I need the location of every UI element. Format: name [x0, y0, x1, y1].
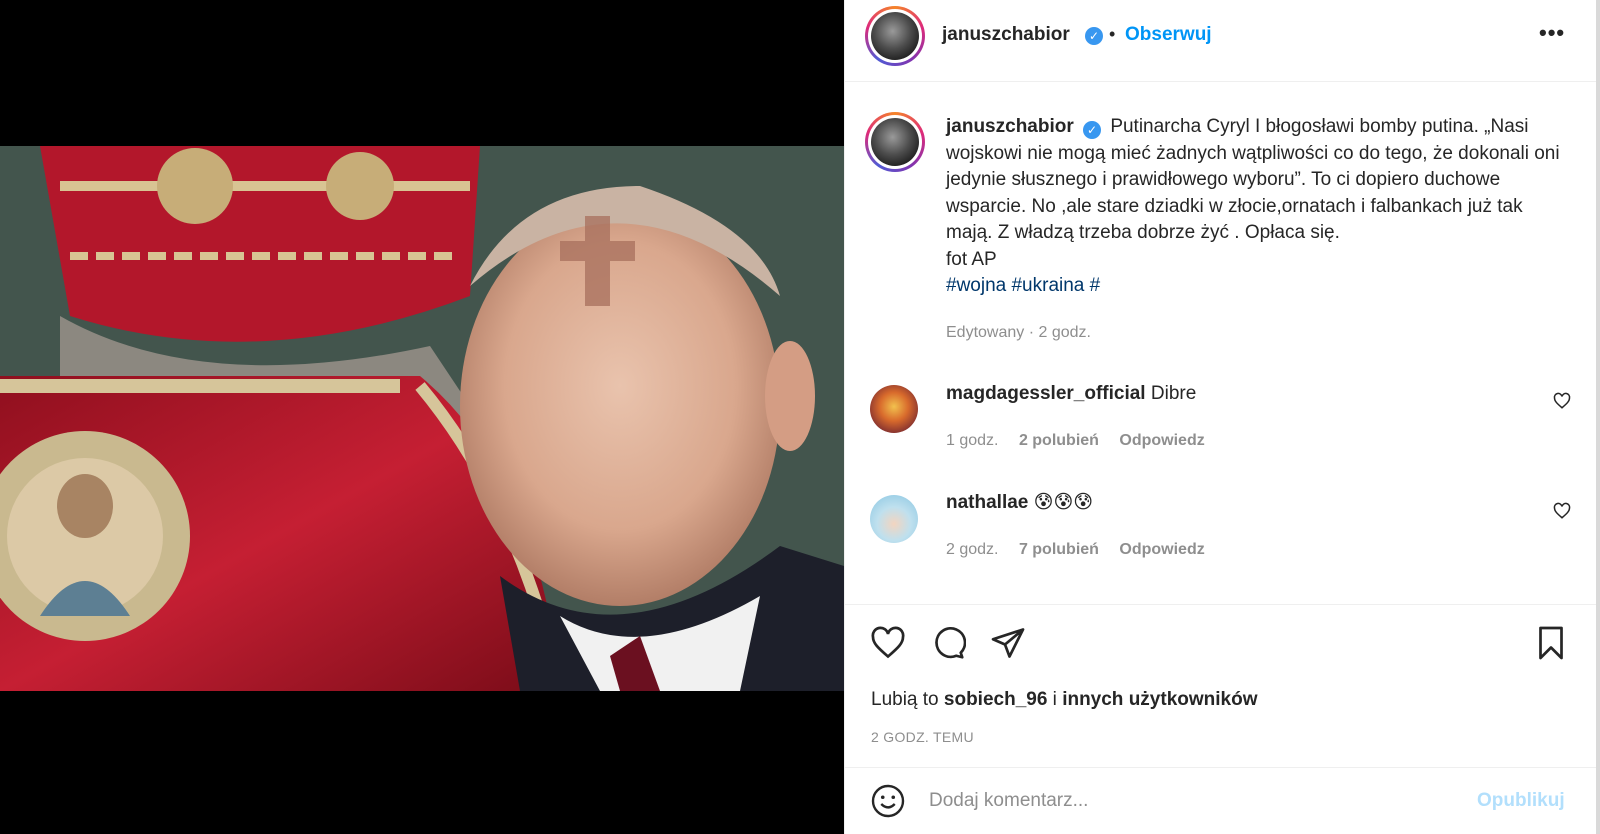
- more-options-icon[interactable]: •••: [1539, 20, 1565, 46]
- comment-input[interactable]: [929, 786, 1449, 816]
- heart-icon[interactable]: [870, 625, 906, 661]
- comment-username[interactable]: magdagessler_official: [946, 383, 1146, 404]
- comment-text: magdagessler_official Dibre: [946, 383, 1196, 405]
- post-photo-illustration: [0, 146, 844, 691]
- verified-badge-icon: ✓: [1083, 121, 1102, 139]
- author-username[interactable]: januszchabior: [942, 24, 1070, 46]
- commenter-avatar[interactable]: [870, 385, 918, 433]
- likes-others-link[interactable]: innych użytkowników: [1062, 689, 1257, 710]
- comment-likes[interactable]: 7 polubień: [1019, 541, 1099, 558]
- post-actions: Lubią to sobiech_96 i innych użytkownikó…: [845, 604, 1597, 774]
- author-avatar[interactable]: [865, 6, 925, 66]
- comment-time: 2 godz.: [946, 541, 999, 558]
- commenter-avatar[interactable]: [870, 495, 918, 543]
- post-timestamp[interactable]: 2 GODZ. TEMU: [871, 729, 974, 745]
- comment-meta: 2 godz. 7 polubień Odpowiedz: [946, 541, 1221, 559]
- caption-author-avatar[interactable]: [865, 112, 925, 172]
- reply-button[interactable]: Odpowiedz: [1119, 432, 1204, 449]
- comment-meta: 1 godz. 2 polubień Odpowiedz: [946, 432, 1221, 450]
- likes-prefix: Lubią to: [871, 689, 944, 710]
- comment-time: 1 godz.: [946, 432, 999, 449]
- caption-hashtags[interactable]: #wojna #ukraina #: [946, 275, 1100, 296]
- share-icon[interactable]: [990, 625, 1026, 661]
- caption-meta: Edytowany · 2 godz.: [946, 324, 1091, 341]
- caption-credit: fot AP: [946, 248, 997, 270]
- emoji-icon[interactable]: [870, 783, 906, 819]
- follow-button[interactable]: Obserwuj: [1125, 24, 1212, 46]
- likes-summary: Lubią to sobiech_96 i innych użytkownikó…: [871, 689, 1258, 711]
- reply-button[interactable]: Odpowiedz: [1119, 541, 1204, 558]
- comment-likes[interactable]: 2 polubień: [1019, 432, 1099, 449]
- comment-body: 😰😰😰: [1033, 492, 1094, 513]
- comment-like-heart-icon[interactable]: [1553, 502, 1571, 520]
- bookmark-icon[interactable]: [1533, 625, 1569, 661]
- caption-username[interactable]: januszchabior: [946, 116, 1074, 137]
- comment-like-heart-icon[interactable]: [1553, 392, 1571, 410]
- post-header: januszchabior ✓ • Obserwuj •••: [845, 0, 1597, 82]
- likes-mid: i: [1047, 689, 1063, 710]
- caption-text: januszchabior ✓ Putinarcha Cyryl I błogo…: [946, 114, 1571, 300]
- publish-button[interactable]: Opublikuj: [1477, 790, 1565, 812]
- post-media-pane: [0, 0, 844, 834]
- comment-item: nathallae 😰😰😰 2 godz. 7 polubień Odpowie…: [845, 485, 1597, 585]
- comment-body: Dibre: [1150, 383, 1197, 404]
- add-comment-bar: Opublikuj: [845, 767, 1597, 834]
- likes-user-link[interactable]: sobiech_96: [944, 689, 1048, 710]
- post-photo[interactable]: [0, 146, 844, 691]
- verified-badge-icon: ✓: [1085, 27, 1103, 45]
- comment-icon[interactable]: [930, 625, 966, 661]
- post-side-panel: januszchabior ✓ • Obserwuj ••• januszcha…: [844, 0, 1597, 834]
- comment-username[interactable]: nathallae: [946, 492, 1028, 513]
- header-separator: •: [1109, 24, 1116, 44]
- scrollbar[interactable]: [1596, 0, 1600, 834]
- comment-item: magdagessler_official Dibre 1 godz. 2 po…: [845, 375, 1597, 475]
- comment-text: nathallae 😰😰😰: [946, 491, 1093, 514]
